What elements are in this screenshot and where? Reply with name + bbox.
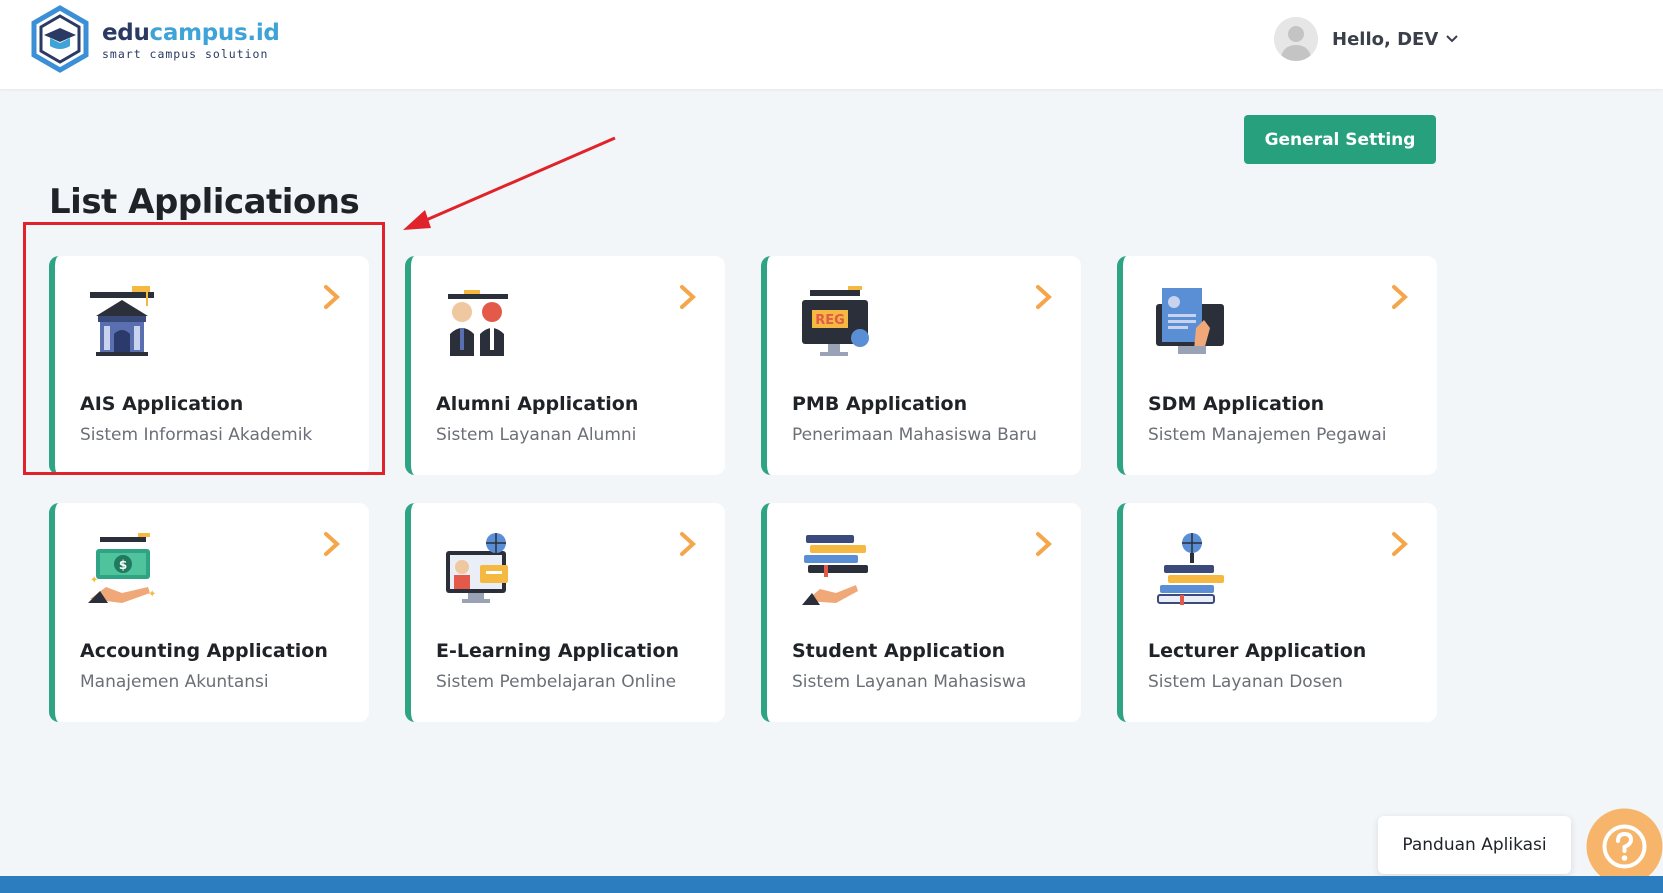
avatar bbox=[1274, 17, 1318, 61]
registration-monitor-icon: REG bbox=[802, 286, 869, 356]
logo-hexagon-icon bbox=[31, 5, 89, 73]
chevron-right-icon[interactable] bbox=[1035, 531, 1053, 557]
user-avatar-icon bbox=[1274, 17, 1318, 61]
svg-text:$: $ bbox=[119, 558, 127, 572]
app-title: Accounting Application bbox=[80, 640, 328, 662]
brand-tagline: smart campus solution bbox=[102, 47, 269, 61]
svg-text:✦: ✦ bbox=[90, 575, 98, 586]
app-card-sdm[interactable]: SDM Application Sistem Manajemen Pegawai bbox=[1117, 256, 1437, 475]
chevron-right-icon[interactable] bbox=[679, 531, 697, 557]
app-subtitle: Sistem Layanan Alumni bbox=[436, 425, 637, 445]
page-title: List Applications bbox=[49, 182, 360, 222]
annotation-highlight-box bbox=[23, 222, 385, 475]
app-card-pmb[interactable]: REG PMB Application Penerimaan Mahasiswa… bbox=[761, 256, 1081, 475]
annotation-arrow-icon bbox=[403, 136, 616, 230]
chevron-right-icon[interactable] bbox=[679, 284, 697, 310]
app-title: Alumni Application bbox=[436, 393, 639, 415]
general-setting-button[interactable]: General Setting bbox=[1244, 115, 1436, 164]
help-tooltip[interactable]: Panduan Aplikasi bbox=[1378, 816, 1571, 874]
app-subtitle: Sistem Pembelajaran Online bbox=[436, 672, 677, 692]
app-subtitle: Sistem Layanan Mahasiswa bbox=[792, 672, 1027, 692]
app-card-alumni[interactable]: Alumni Application Sistem Layanan Alumni bbox=[405, 256, 725, 475]
app-subtitle: Manajemen Akuntansi bbox=[80, 672, 269, 692]
app-subtitle: Sistem Layanan Dosen bbox=[1148, 672, 1343, 692]
books-hand-icon bbox=[802, 535, 868, 605]
app-title: SDM Application bbox=[1148, 393, 1325, 415]
user-menu[interactable]: Hello, DEV bbox=[1274, 17, 1458, 61]
educampus-logo[interactable]: educampus.id smart campus solution bbox=[28, 4, 280, 76]
app-title: E-Learning Application bbox=[436, 640, 680, 662]
employee-document-icon bbox=[1156, 288, 1224, 354]
svg-text:✦: ✦ bbox=[148, 589, 156, 600]
chevron-down-icon[interactable] bbox=[1446, 35, 1458, 43]
top-header: educampus.id smart campus solution Hello… bbox=[0, 0, 1663, 89]
app-title: Student Application bbox=[792, 640, 1006, 662]
app-title: PMB Application bbox=[792, 393, 968, 415]
app-card-student[interactable]: Student Application Sistem Layanan Mahas… bbox=[761, 503, 1081, 722]
chevron-right-icon[interactable] bbox=[1035, 284, 1053, 310]
brand-name: educampus.id bbox=[102, 20, 280, 46]
user-greeting: Hello, DEV bbox=[1332, 28, 1439, 50]
books-globe-icon bbox=[1157, 533, 1224, 605]
app-card-lecturer[interactable]: Lecturer Application Sistem Layanan Dose… bbox=[1117, 503, 1437, 722]
chevron-right-icon[interactable] bbox=[1391, 531, 1409, 557]
app-subtitle: Sistem Manajemen Pegawai bbox=[1148, 425, 1387, 445]
app-card-elearning[interactable]: E-Learning Application Sistem Pembelajar… bbox=[405, 503, 725, 722]
app-subtitle: Penerimaan Mahasiswa Baru bbox=[792, 425, 1037, 445]
question-icon bbox=[1586, 808, 1663, 885]
footer-bar bbox=[0, 876, 1663, 893]
chevron-right-icon[interactable] bbox=[1391, 284, 1409, 310]
graduates-icon bbox=[448, 290, 508, 356]
chevron-right-icon[interactable] bbox=[323, 531, 341, 557]
svg-text:REG: REG bbox=[815, 313, 845, 328]
online-learning-icon bbox=[446, 533, 508, 603]
app-title: Lecturer Application bbox=[1148, 640, 1367, 662]
help-button[interactable] bbox=[1586, 808, 1663, 885]
money-hand-icon: $ ✦ ✦ bbox=[88, 533, 156, 603]
app-card-accounting[interactable]: $ ✦ ✦ Accounting Application Manajemen A… bbox=[49, 503, 369, 722]
